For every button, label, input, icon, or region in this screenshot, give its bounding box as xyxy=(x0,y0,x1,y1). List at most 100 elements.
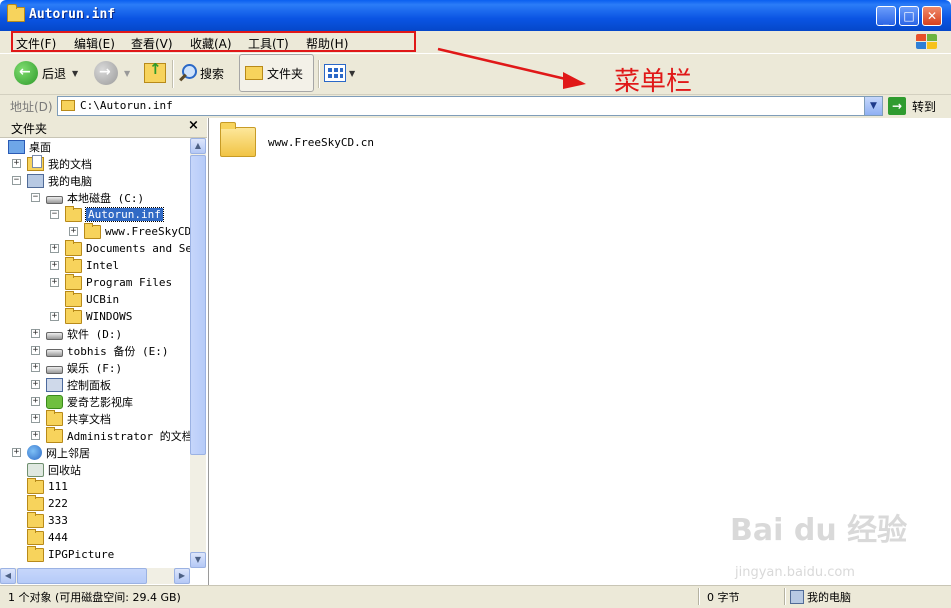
tree-item-control-panel[interactable]: + 控制面板 xyxy=(31,376,111,393)
my-computer-icon xyxy=(27,173,44,188)
expand-icon[interactable]: + xyxy=(31,363,40,372)
scroll-up-icon[interactable]: ▲ xyxy=(190,138,206,154)
tree-label: Documents and Set xyxy=(86,242,190,255)
tree-item-recycle-bin[interactable]: 回收站 xyxy=(12,461,81,478)
tree-item-drive-d[interactable]: + 软件 (D:) xyxy=(31,325,122,342)
tree-label: Program Files xyxy=(86,276,173,289)
tree-item-intel[interactable]: + Intel xyxy=(50,256,120,274)
tree-item-ipgpicture[interactable]: IPGPicture xyxy=(27,545,114,563)
tree-label: Intel xyxy=(86,259,120,272)
watermark-url: jingyan.baidu.com xyxy=(735,565,855,580)
status-objects: 1 个对象 (可用磁盘空间: 29.4 GB) xyxy=(8,591,181,604)
watermark-logo: Bai du 经验 xyxy=(730,513,908,548)
tree-label: 我的文档 xyxy=(48,157,92,171)
file-label: www.FreeSkyCD.cn xyxy=(268,135,374,149)
horizontal-scrollbar[interactable]: ◀ ▶ xyxy=(0,568,190,584)
tree-item-444[interactable]: 444 xyxy=(27,528,68,546)
status-location: 我的电脑 xyxy=(807,591,851,604)
expand-icon[interactable]: + xyxy=(31,414,40,423)
tree-item-network[interactable]: + 网上邻居 xyxy=(12,444,90,461)
folder-icon xyxy=(65,290,82,307)
tree-label: 111 xyxy=(48,480,68,493)
tree-item-desktop[interactable]: 桌面 xyxy=(8,138,51,155)
folder-icon xyxy=(27,511,44,528)
collapse-icon[interactable]: − xyxy=(12,176,21,185)
tree-item-iqiyi[interactable]: + 爱奇艺影视库 xyxy=(31,393,133,410)
expand-icon[interactable]: + xyxy=(12,448,21,457)
tree-label: 回收站 xyxy=(48,463,81,477)
expand-icon[interactable]: + xyxy=(31,431,40,440)
tree-item-drive-e[interactable]: + tobhis 备份 (E:) xyxy=(31,342,168,359)
annotation-label: 菜单栏 xyxy=(614,67,693,97)
tree-item-drive-f[interactable]: + 娱乐 (F:) xyxy=(31,359,122,376)
file-item[interactable]: www.FreeSkyCD.cn xyxy=(220,122,374,157)
go-button[interactable]: → 转到 xyxy=(888,96,936,116)
scroll-right-icon[interactable]: ▶ xyxy=(174,568,190,584)
expand-icon[interactable]: + xyxy=(12,159,21,168)
tree-item-autorun[interactable]: − Autorun.inf xyxy=(50,205,164,223)
folder-icon xyxy=(65,256,82,273)
desktop-icon xyxy=(8,139,25,154)
expand-icon[interactable]: + xyxy=(31,380,40,389)
tree-item-drive-c[interactable]: − 本地磁盘 (C:) xyxy=(31,189,144,206)
expand-icon[interactable]: + xyxy=(31,397,40,406)
tree-item-documents[interactable]: + Documents and Set xyxy=(50,239,190,257)
tree-label: 本地磁盘 (C:) xyxy=(67,191,145,205)
scroll-thumb[interactable] xyxy=(17,568,147,584)
folder-icon xyxy=(27,494,44,511)
tree-label: 333 xyxy=(48,514,68,527)
expand-icon[interactable]: + xyxy=(50,278,59,287)
tree-item-program-files[interactable]: + Program Files xyxy=(50,273,173,291)
tree-item-windows[interactable]: + WINDOWS xyxy=(50,307,132,325)
drive-icon xyxy=(46,365,63,374)
address-input[interactable]: C:\Autorun.inf ▼ xyxy=(57,96,883,116)
chevron-down-icon[interactable]: ▼ xyxy=(864,97,882,115)
tree-label: 爱奇艺影视库 xyxy=(67,395,133,409)
iqiyi-icon xyxy=(46,394,63,409)
folder-icon xyxy=(46,409,63,426)
tree-label: 桌面 xyxy=(29,140,51,154)
tree-item-ucbin[interactable]: UCBin xyxy=(50,290,120,308)
tree-item-222[interactable]: 222 xyxy=(27,494,68,512)
tree-item-111[interactable]: 111 xyxy=(27,477,68,495)
collapse-icon[interactable]: − xyxy=(31,193,40,202)
go-arrow-icon: → xyxy=(888,97,906,115)
tree-item-admin-docs[interactable]: + Administrator 的文档 xyxy=(31,426,190,444)
my-computer-icon xyxy=(790,590,804,604)
expand-icon[interactable]: + xyxy=(31,346,40,355)
expand-icon[interactable]: + xyxy=(69,227,78,236)
vertical-scrollbar[interactable]: ▲ ▼ xyxy=(190,138,206,568)
tree-item-my-computer[interactable]: − 我的电脑 xyxy=(12,172,92,189)
scroll-thumb[interactable] xyxy=(190,155,206,455)
address-label: 地址(D) xyxy=(10,100,53,114)
close-icon[interactable]: × xyxy=(188,118,199,133)
tree-label: UCBin xyxy=(86,293,120,306)
folder-icon xyxy=(27,528,44,545)
folder-icon xyxy=(61,100,75,111)
tree-label: Administrator 的文档 xyxy=(67,429,190,443)
folder-icon xyxy=(46,426,63,443)
tree-item-my-documents[interactable]: + 我的文档 xyxy=(12,154,92,172)
expand-icon[interactable]: + xyxy=(50,261,59,270)
folder-icon xyxy=(65,307,82,324)
folder-icon xyxy=(27,545,44,562)
scroll-down-icon[interactable]: ▼ xyxy=(190,552,206,568)
drive-icon xyxy=(46,331,63,340)
expand-icon[interactable]: + xyxy=(50,244,59,253)
tree-item-shared-docs[interactable]: + 共享文档 xyxy=(31,409,111,427)
expand-icon[interactable]: + xyxy=(31,329,40,338)
tree-label: 控制面板 xyxy=(67,378,111,392)
tree-label: 娱乐 (F:) xyxy=(67,361,123,375)
status-size: 0 字节 xyxy=(707,591,740,604)
drive-icon xyxy=(46,195,63,204)
expand-icon[interactable]: + xyxy=(50,312,59,321)
scroll-left-icon[interactable]: ◀ xyxy=(0,568,16,584)
tree-item-333[interactable]: 333 xyxy=(27,511,68,529)
go-label: 转到 xyxy=(912,99,937,114)
collapse-icon[interactable]: − xyxy=(50,210,59,219)
tree-label: tobhis 备份 (E:) xyxy=(67,344,169,358)
tree-label: 网上邻居 xyxy=(46,446,90,460)
tree-item-freeskycd[interactable]: + www.FreeSkyCD. xyxy=(69,222,190,240)
